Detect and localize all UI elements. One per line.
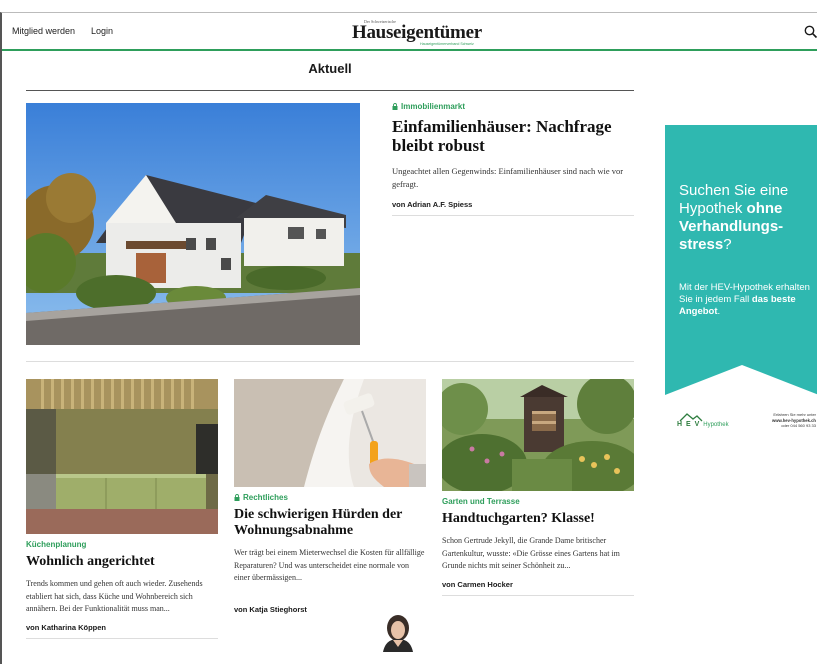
ad-headline: Suchen Sie eine Hypothek ohne Verhandlun… [679, 182, 817, 254]
card-category-label: Rechtliches [243, 493, 288, 502]
card-title-garden[interactable]: Handtuchgarten? Klasse! [442, 511, 634, 527]
card-category-kitchen[interactable]: Küchenplanung [26, 540, 218, 549]
logo-name: Hauseigentümer [352, 22, 482, 43]
hero-divider [392, 215, 634, 216]
hero-article[interactable]: Immobilienmarkt Einfamilienhäuser: Nachf… [392, 102, 634, 209]
card-body-garden: Schon Gertrude Jekyll, die Grande Dame b… [442, 536, 620, 570]
ad-headline-end: ? [723, 236, 732, 253]
ad-contact: Erfahren Sie mehr unter www.hev-hypothek… [740, 412, 816, 429]
ad-brand-sub: Hypothek [703, 422, 729, 428]
hero-author: von Adrian A.F. Spiess [392, 200, 473, 209]
ad-contact-phone: oder 044 560 93 33 [781, 423, 816, 428]
page: Mitglied werden Login Der Schweizerische… [0, 12, 817, 664]
card-divider [26, 637, 218, 639]
ad-white-panel [665, 365, 817, 441]
card-image-garden[interactable] [442, 379, 634, 491]
lock-icon [392, 103, 398, 110]
section-divider [26, 90, 634, 91]
hero-image[interactable] [26, 103, 360, 345]
hero-lead: Ungeachtet allen Gegenwinds: Einfamilien… [392, 166, 624, 189]
search-icon[interactable] [803, 24, 817, 40]
card-author-garden: von Carmen Hocker [442, 579, 513, 589]
card-image-kitchen[interactable] [26, 379, 218, 534]
login-link[interactable]: Login [91, 26, 113, 36]
card-title-legal[interactable]: Die schwierigen Hürden der Wohnungsabnah… [234, 507, 426, 539]
article-card-legal[interactable]: Rechtliches Die schwierigen Hürden der W… [234, 379, 426, 614]
card-category-label: Küchenplanung [26, 540, 87, 549]
lock-icon [234, 494, 240, 501]
hero-category-label: Immobilienmarkt [401, 102, 466, 111]
hero-title[interactable]: Einfamilienhäuser: Nachfrage bleibt robu… [392, 117, 634, 155]
ad-brand: H E V Hypothek [677, 421, 729, 428]
card-category-label: Garten und Terrasse [442, 497, 520, 506]
card-body-legal: Wer trägt bei einem Mieterwechsel die Ko… [234, 548, 425, 582]
card-author-kitchen: von Katharina Köppen [26, 622, 107, 632]
card-image-legal[interactable] [234, 379, 426, 487]
article-card-garden[interactable]: Garten und Terrasse Handtuchgarten? Klas… [442, 379, 634, 596]
ad-subline: Mit der HEV-Hypothek erhalten Sie in jed… [679, 282, 817, 318]
site-logo[interactable]: Der Schweizerische Hauseigentümer Hausei… [348, 18, 498, 46]
hero-category[interactable]: Immobilienmarkt [392, 102, 634, 111]
card-category-garden[interactable]: Garten und Terrasse [442, 497, 634, 506]
member-link[interactable]: Mitglied werden [12, 26, 75, 36]
content-divider [26, 361, 634, 362]
card-title-kitchen[interactable]: Wohnlich angerichtet [26, 554, 218, 570]
ad-brand-name: H E V [677, 421, 701, 428]
section-title: Aktuell [308, 61, 352, 76]
logo-tagline: Hauseigentümerverband Schweiz [420, 42, 474, 46]
ad-sub-end: . [717, 306, 721, 317]
card-divider [442, 594, 634, 596]
hev-hypothek-ad[interactable]: Suchen Sie eine Hypothek ohne Verhandlun… [665, 125, 817, 441]
article-card-kitchen[interactable]: Küchenplanung Wohnlich angerichtet Trend… [26, 379, 218, 639]
card-category-legal[interactable]: Rechtliches [234, 493, 426, 502]
card-body-kitchen: Trends kommen und gehen oft auch wieder.… [26, 579, 203, 613]
site-header: Mitglied werden Login Der Schweizerische… [2, 13, 817, 51]
author-avatar [377, 612, 419, 652]
